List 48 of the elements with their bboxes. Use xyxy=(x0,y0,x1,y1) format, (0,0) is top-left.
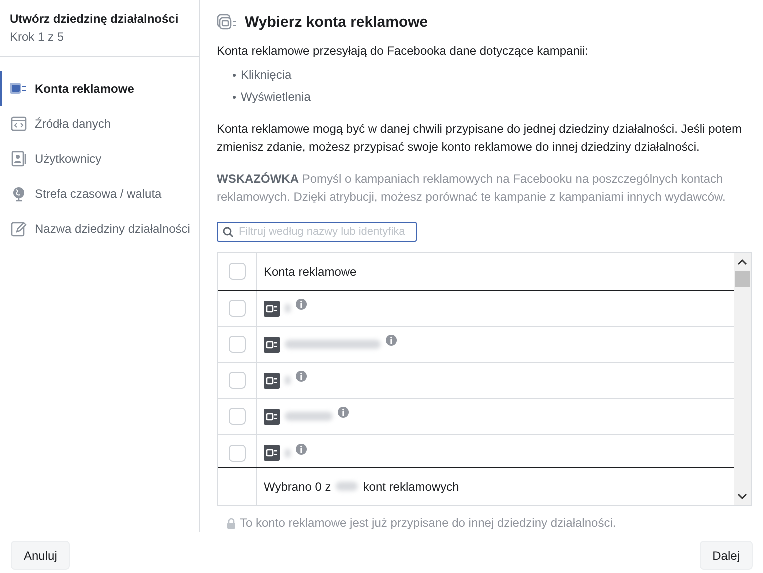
info-icon[interactable] xyxy=(386,335,397,346)
ad-account-icon xyxy=(9,80,27,96)
ad-account-icon xyxy=(264,445,280,461)
tip-paragraph: WSKAZÓWKA Pomyśl o kampaniach reklamowych na Facebooku na poszczególnych kontach reklamowych. Dzięki atrybucji, możesz porównać te kampanie z kampaniami innych wydawców. xyxy=(217,171,727,206)
bullet-item: Kliknięcia xyxy=(241,67,292,84)
sidebar-item[interactable]: Źródła danych xyxy=(0,106,199,141)
scroll-down-icon[interactable] xyxy=(737,493,748,501)
info-paragraph: Konta reklamowe mogą być w danej chwili przypisane do jednej dziedziny działalności. Jeśli potem zmienisz zdanie, możesz przypisać swoje konto reklamowe do innej dziedziny działalności. xyxy=(217,121,743,156)
ad-account-icon xyxy=(264,372,280,388)
ad-account-icon xyxy=(264,336,280,352)
scroll-up-icon[interactable] xyxy=(737,258,748,266)
step-counter: Krok 1 z 5 xyxy=(10,30,66,44)
ad-account-icon xyxy=(264,300,280,316)
sidebar-item[interactable]: Użytkownicy xyxy=(0,141,199,176)
selection-count: Wybrano 0 z xyxy=(264,478,332,496)
checkbox[interactable] xyxy=(228,408,246,425)
sidebar-item[interactable]: Konta reklamowe xyxy=(0,71,199,106)
checkbox[interactable] xyxy=(228,372,246,389)
intro-text: Konta reklamowe przesyłają do Facebooka dane dotyczące kampanii: xyxy=(217,43,590,60)
info-icon[interactable] xyxy=(296,444,307,454)
sidebar-item[interactable]: Nazwa dziedziny działalności xyxy=(0,211,199,246)
checkbox[interactable] xyxy=(228,444,246,462)
pencil-icon xyxy=(11,220,27,236)
id-card-icon xyxy=(11,150,27,166)
info-icon[interactable] xyxy=(338,407,349,418)
column-header: Konta reklamowe xyxy=(264,264,357,280)
info-icon[interactable] xyxy=(296,371,307,382)
ad-account-icon xyxy=(217,14,238,32)
scroll-thumb[interactable] xyxy=(735,271,750,287)
selection-count: kont reklamowych xyxy=(363,478,460,496)
globe-icon xyxy=(11,186,27,202)
bullet-item: Wyświetlenia xyxy=(241,89,311,106)
page-title: Wybierz konta reklamowe xyxy=(245,14,428,32)
next-button[interactable]: Dalej xyxy=(700,541,753,570)
checkbox[interactable] xyxy=(228,300,246,317)
cancel-button[interactable]: Anuluj xyxy=(11,541,70,570)
search-field[interactable]: Filtruj według nazwy lub identyfika xyxy=(217,222,417,242)
lock-icon xyxy=(227,518,236,528)
checkbox[interactable] xyxy=(228,336,246,353)
scrollbar[interactable] xyxy=(734,253,751,505)
search-icon xyxy=(223,226,234,238)
ad-account-icon xyxy=(264,408,280,424)
code-window-icon xyxy=(11,116,27,132)
lock-note: To konto reklamowe jest już przypisane do innej dziedziny działalności. xyxy=(240,515,616,532)
info-icon[interactable] xyxy=(296,299,307,310)
sidebar-item[interactable]: Strefa czasowa / waluta xyxy=(0,176,199,211)
wizard-title: Utwórz dziedzinę działalności xyxy=(10,12,180,26)
checkbox[interactable] xyxy=(228,263,246,280)
